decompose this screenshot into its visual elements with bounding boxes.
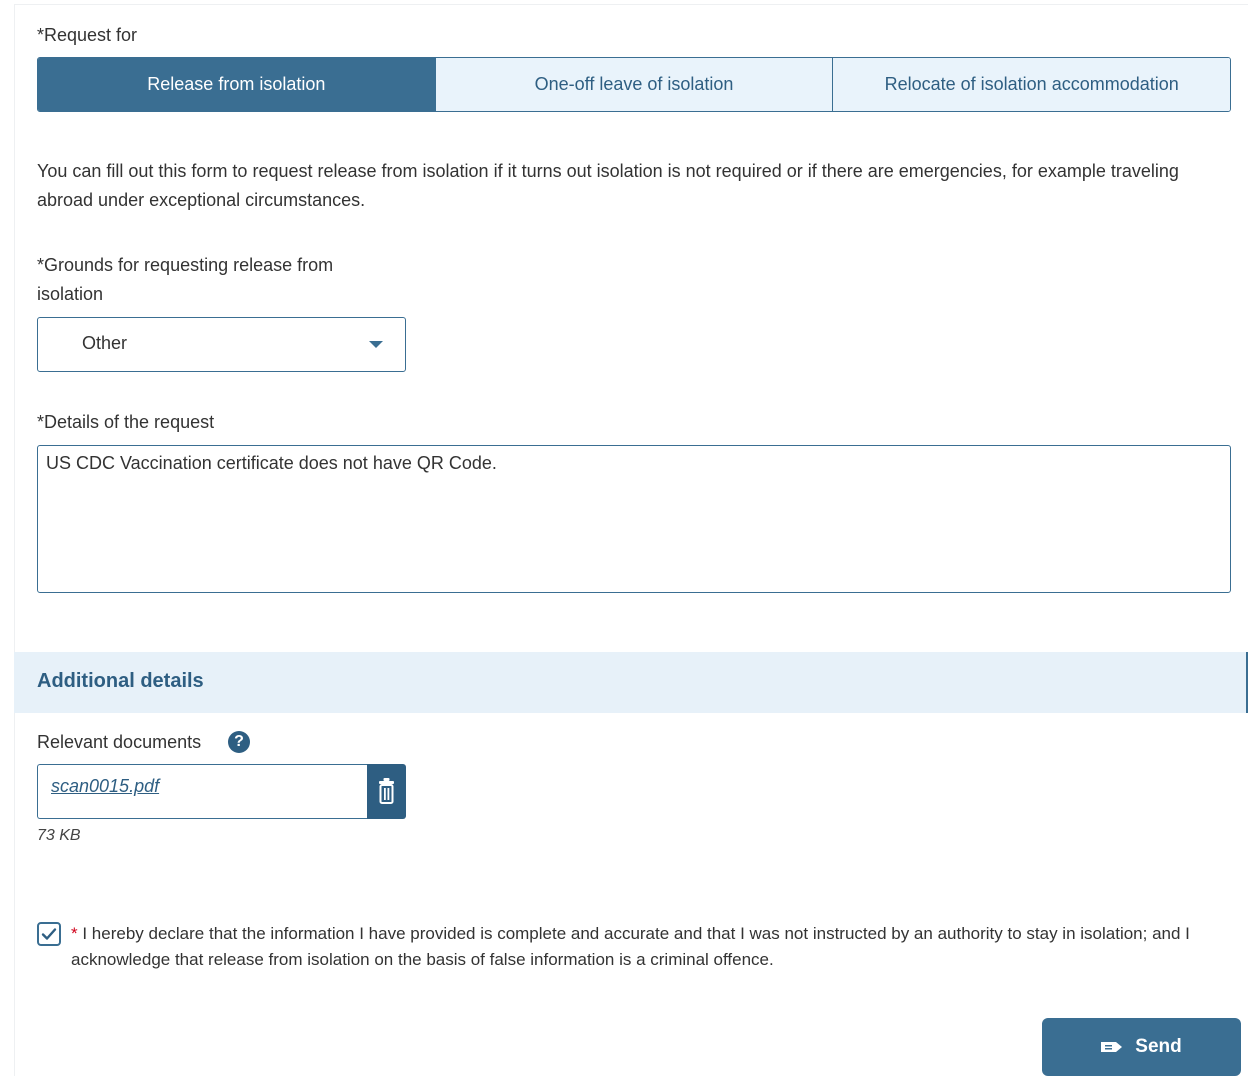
tab-one-off-leave[interactable]: One-off leave of isolation [434, 58, 833, 111]
request-for-label: *Request for [37, 25, 138, 45]
declaration-checkbox[interactable] [37, 922, 61, 946]
send-icon [1101, 1042, 1123, 1052]
additional-details-header: Additional details [14, 652, 1248, 713]
required-mark: * [71, 924, 78, 943]
section-title: Additional details [37, 670, 204, 692]
grounds-select[interactable]: Other [37, 317, 406, 372]
tab-relocate-accommodation[interactable]: Relocate of isolation accommodation [832, 58, 1230, 111]
tab-release-from-isolation[interactable]: Release from isolation [38, 58, 435, 111]
grounds-selected-value: Other [82, 333, 128, 353]
send-button[interactable]: Send [1042, 1018, 1241, 1076]
file-link[interactable]: scan0015.pdf [51, 776, 159, 797]
details-textarea[interactable]: US CDC Vaccination certificate does not … [37, 445, 1231, 593]
grounds-label: *Grounds for requesting release from iso… [37, 251, 333, 309]
file-attachment: scan0015.pdf [37, 764, 368, 819]
caret-down-icon [369, 341, 383, 348]
delete-file-button[interactable] [367, 764, 406, 819]
grounds-label-line1: *Grounds for requesting release from [37, 255, 334, 275]
request-type-toggle: Release from isolation One-off leave of … [37, 57, 1231, 112]
send-label: Send [1135, 1036, 1182, 1057]
grounds-label-line2: isolation [37, 284, 104, 304]
help-icon[interactable]: ? [228, 731, 250, 753]
form-description: You can fill out this form to request re… [37, 161, 1179, 210]
details-label: *Details of the request [37, 412, 215, 432]
check-icon [41, 928, 57, 940]
declaration-text: * I hereby declare that the information … [71, 921, 1221, 973]
trash-icon [379, 778, 394, 804]
documents-label: Relevant documents [37, 732, 202, 752]
declaration-body: I hereby declare that the information I … [71, 924, 1190, 969]
file-size: 73 KB [37, 827, 81, 844]
